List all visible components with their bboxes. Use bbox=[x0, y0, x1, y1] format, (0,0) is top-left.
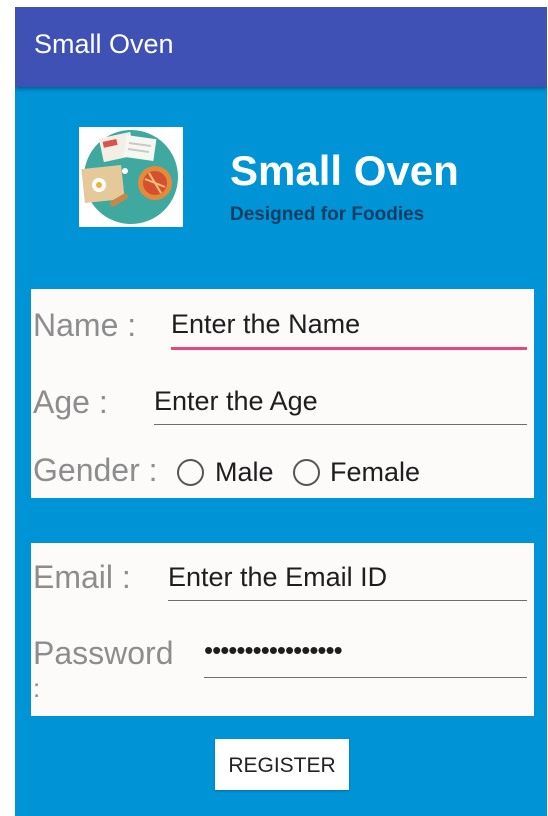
cooking-plate-icon bbox=[79, 127, 183, 227]
password-label: Password bbox=[33, 635, 174, 671]
app-bar: Small Oven bbox=[15, 7, 547, 87]
female-radio[interactable] bbox=[293, 459, 320, 486]
app-bar-title: Small Oven bbox=[34, 29, 174, 59]
name-placeholder: Enter the Name bbox=[171, 309, 361, 339]
female-radio-label[interactable]: Female bbox=[330, 457, 420, 488]
password-field[interactable]: ••••••••••••••••• bbox=[204, 635, 527, 678]
age-label: Age : bbox=[33, 384, 108, 420]
brand-tagline: Designed for Foodies bbox=[230, 204, 425, 225]
password-masked-value: ••••••••••••••••• bbox=[204, 635, 343, 665]
register-button-label: REGISTER bbox=[228, 754, 336, 777]
age-field[interactable]: Enter the Age bbox=[154, 382, 527, 425]
name-field[interactable]: Enter the Name bbox=[171, 305, 527, 350]
gender-label: Gender : bbox=[33, 452, 158, 488]
age-placeholder: Enter the Age bbox=[154, 386, 318, 416]
register-button[interactable]: REGISTER bbox=[215, 739, 349, 790]
name-label: Name : bbox=[33, 307, 137, 343]
profile-card: Name : Enter the Name Age : Enter the Ag… bbox=[31, 289, 534, 498]
email-field[interactable]: Enter the Email ID bbox=[168, 558, 527, 601]
male-radio-label[interactable]: Male bbox=[215, 457, 274, 488]
email-label: Email : bbox=[33, 559, 131, 595]
email-placeholder: Enter the Email ID bbox=[168, 562, 388, 592]
brand-title: Small Oven bbox=[230, 147, 459, 194]
account-card: Email : Enter the Email ID Password : ••… bbox=[31, 543, 534, 716]
male-radio[interactable] bbox=[177, 459, 204, 486]
password-label-colon: : bbox=[33, 673, 41, 703]
app-screen: Small Oven Small Oven Designed for Foodi… bbox=[15, 7, 547, 816]
